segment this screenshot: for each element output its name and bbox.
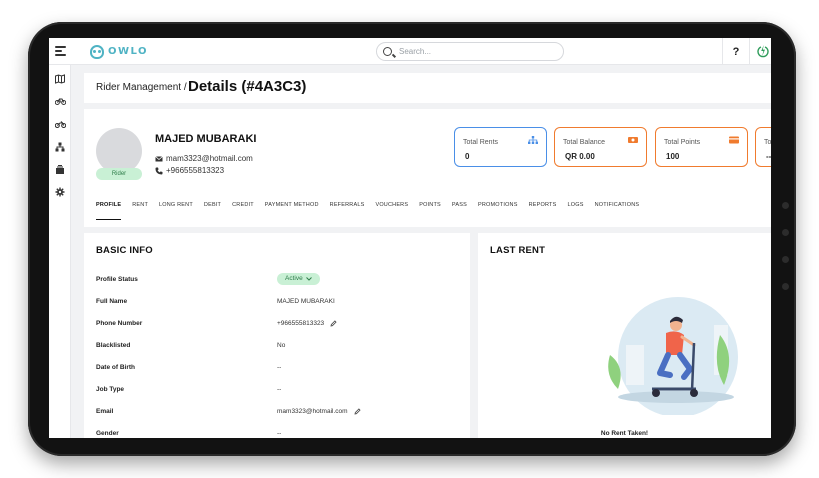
tab-profile[interactable]: PROFILE xyxy=(96,202,122,220)
tab-reports[interactable]: REPORTS xyxy=(529,202,557,220)
bezel-dots xyxy=(782,202,790,310)
scooter-rider-illustration xyxy=(608,297,738,415)
status-value: Active xyxy=(285,275,303,282)
page-title: Details (#4A3C3) xyxy=(188,78,307,95)
menu-icon[interactable] xyxy=(55,46,66,56)
page-header: Rider Management / Details (#4A3C3) xyxy=(84,73,771,103)
search-box[interactable] xyxy=(376,42,564,61)
no-rent-message: No Rent Taken! xyxy=(600,430,649,437)
status-dropdown[interactable]: Active xyxy=(277,273,320,285)
tab-promotions[interactable]: PROMOTIONS xyxy=(478,202,518,220)
phone-text: +966555813323 xyxy=(166,166,225,175)
tab-credit[interactable]: CREDIT xyxy=(232,202,254,220)
info-value: -- xyxy=(277,386,282,393)
info-key: Email xyxy=(96,408,114,415)
info-row-profile-status: Profile Status Active xyxy=(96,273,456,287)
info-key: Phone Number xyxy=(96,320,143,327)
stat-label: Total Balance xyxy=(563,139,606,146)
stat-label: To xyxy=(764,139,771,146)
hierarchy-icon[interactable] xyxy=(54,141,66,153)
info-value-wrap: mam3323@hotmail.com xyxy=(277,408,361,415)
email-text: mam3323@hotmail.com xyxy=(166,154,253,163)
hierarchy-icon xyxy=(528,136,538,144)
info-row-full-name: Full Name MAJED MUBARAKI xyxy=(96,297,456,309)
stat-value: QR 0.00 xyxy=(565,152,595,161)
owlo-logo[interactable]: OWLO xyxy=(90,44,148,59)
info-value: mam3323@hotmail.com xyxy=(277,408,348,415)
map-icon[interactable] xyxy=(54,73,66,85)
info-value: +966555813323 xyxy=(277,320,325,327)
stat-total-rents: Total Rents 0 xyxy=(454,127,547,167)
last-rent-title: LAST RENT xyxy=(490,245,546,256)
info-row-phone-number: Phone Number +966555813323 xyxy=(96,319,456,331)
email-line: mam3323@hotmail.com xyxy=(155,154,253,163)
stat-value: -- xyxy=(766,152,771,161)
tab-points[interactable]: POINTS xyxy=(419,202,441,220)
search-input[interactable] xyxy=(399,47,549,56)
help-button[interactable]: ? xyxy=(722,38,750,65)
basic-info-title: BASIC INFO xyxy=(96,245,153,256)
stat-value: 100 xyxy=(666,152,680,161)
info-row-gender: Gender -- xyxy=(96,429,456,438)
stat-partial: To -- xyxy=(755,127,771,167)
info-value: -- xyxy=(277,364,282,371)
info-row-blacklisted: Blacklisted No xyxy=(96,341,456,353)
stat-value: 0 xyxy=(465,152,470,161)
rider-name: MAJED MUBARAKI xyxy=(155,133,257,145)
bicycle-icon[interactable] xyxy=(54,95,66,107)
pencil-icon[interactable] xyxy=(354,408,361,415)
last-rent-card: LAST RENT No Rent Taken! xyxy=(478,233,771,438)
info-value: No xyxy=(277,342,286,349)
breadcrumb[interactable]: Rider Management / xyxy=(96,82,187,93)
card-icon xyxy=(729,136,739,144)
info-row-job-type: Job Type -- xyxy=(96,385,456,397)
role-badge: Rider xyxy=(96,168,142,180)
profile-card: Rider MAJED MUBARAKI mam3323@hotmail.com… xyxy=(84,109,771,227)
tab-rent[interactable]: RENT xyxy=(132,202,148,220)
owl-logo-icon xyxy=(90,44,104,59)
chevron-down-icon xyxy=(305,277,312,281)
search-icon xyxy=(383,47,392,56)
tab-notifications[interactable]: NOTIFICATIONS xyxy=(595,202,640,220)
info-value: MAJED MUBARAKI xyxy=(277,298,335,305)
info-row-date-of-birth: Date of Birth -- xyxy=(96,363,456,375)
stat-label: Total Points xyxy=(664,139,701,146)
info-key: Gender xyxy=(96,430,119,437)
app-screen: OWLO ? Rider Mana xyxy=(49,38,771,438)
phone-icon xyxy=(155,167,163,174)
basic-info-card: BASIC INFO Profile Status Active Full Na… xyxy=(84,233,470,438)
info-row-email: Email mam3323@hotmail.com xyxy=(96,407,456,419)
tab-debit[interactable]: DEBIT xyxy=(204,202,221,220)
stat-label: Total Rents xyxy=(463,139,499,146)
gear-icon[interactable] xyxy=(54,186,66,198)
tab-vouchers[interactable]: VOUCHERS xyxy=(375,202,408,220)
tab-pass[interactable]: PASS xyxy=(452,202,467,220)
envelope-icon xyxy=(155,155,163,161)
motorbike-icon[interactable] xyxy=(54,118,66,130)
phone-line: +966555813323 xyxy=(155,166,224,175)
info-key: Job Type xyxy=(96,386,125,393)
money-icon xyxy=(628,137,638,143)
info-key: Blacklisted xyxy=(96,342,131,349)
pencil-icon[interactable] xyxy=(330,320,337,327)
profile-tabs: PROFILE RENT LONG RENT DEBIT CREDIT PAYM… xyxy=(96,202,650,220)
info-key: Profile Status xyxy=(96,276,138,283)
info-value-wrap: +966555813323 xyxy=(277,320,337,327)
info-value: -- xyxy=(277,430,282,437)
logo-text: OWLO xyxy=(108,46,149,57)
stack-icon[interactable] xyxy=(54,164,66,176)
stat-total-points: Total Points 100 xyxy=(655,127,748,167)
top-bar: OWLO ? xyxy=(49,38,771,65)
tab-payment-method[interactable]: PAYMENT METHOD xyxy=(265,202,319,220)
tab-long-rent[interactable]: LONG RENT xyxy=(159,202,193,220)
tab-referrals[interactable]: REFERRALS xyxy=(330,202,365,220)
info-key: Date of Birth xyxy=(96,364,135,371)
tab-logs[interactable]: LOGS xyxy=(567,202,583,220)
stat-total-balance: Total Balance QR 0.00 xyxy=(554,127,647,167)
info-key: Full Name xyxy=(96,298,128,305)
power-icon[interactable] xyxy=(757,44,769,59)
sidebar xyxy=(49,65,71,438)
